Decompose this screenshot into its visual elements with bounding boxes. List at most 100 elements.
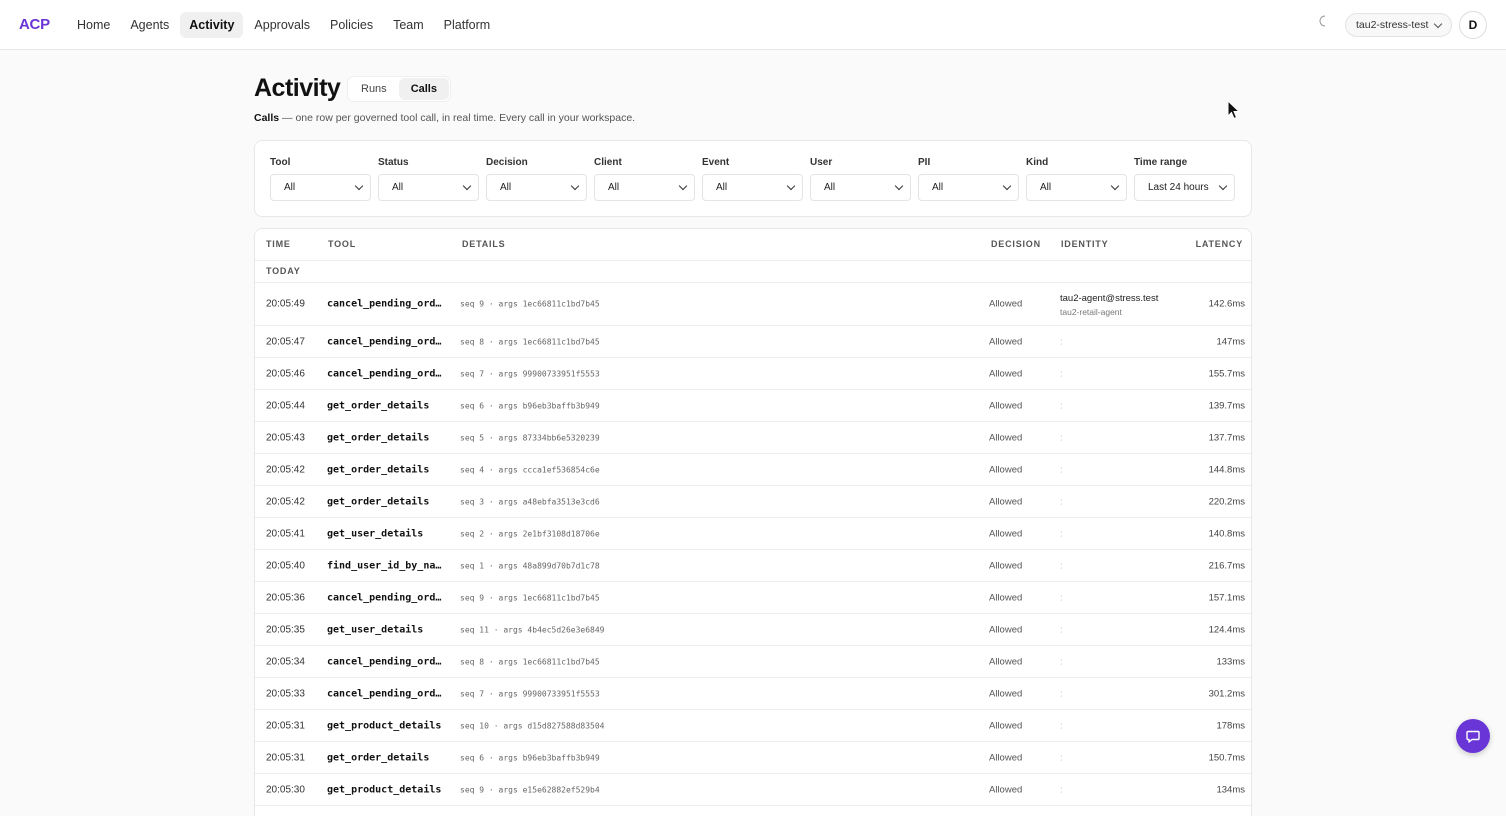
nav-item-activity[interactable]: Activity [180,12,244,38]
row-latency: 139.7ms [1208,400,1245,411]
row-tool: get_product_details [327,784,442,795]
workspace-switcher[interactable]: tau2-stress-test [1345,13,1453,37]
nav-item-team[interactable]: Team [384,12,433,38]
row-details: seq 6 · args b96eb3baffb3b949 [460,753,600,762]
row-time: 20:05:42 [266,464,305,475]
event-select[interactable]: All [702,174,803,201]
chat-icon [1466,730,1480,743]
row-latency: 134ms [1216,784,1245,795]
logo[interactable]: ACP [19,16,50,33]
filter-tool: Tool All [270,157,371,201]
table-row[interactable]: 20:05:30 get_product_details seq 9 · arg… [255,773,1251,805]
row-time: 20:05:42 [266,496,305,507]
nav-item-policies[interactable]: Policies [321,12,382,38]
select-value: All [824,182,836,193]
column-header-latency[interactable]: LATENCY [1196,239,1243,249]
table-row[interactable] [255,805,1251,816]
tab-calls[interactable]: Calls [398,78,449,100]
column-header-details[interactable]: DETAILS [462,239,505,249]
row-tool: cancel_pending_ord… [327,368,442,379]
chevron-down-icon [1002,181,1012,191]
table-row[interactable]: 20:05:49 cancel_pending_ord… seq 9 · arg… [255,282,1251,325]
column-header-identity[interactable]: IDENTITY [1061,239,1108,249]
filter-label: Event [702,157,730,168]
table-row[interactable]: 20:05:31 get_product_details seq 10 · ar… [255,709,1251,741]
row-latency: 124.4ms [1208,624,1245,635]
row-identity: : [1060,400,1063,411]
nav-item-approvals[interactable]: Approvals [245,12,319,38]
row-time: 20:05:30 [266,784,305,795]
row-identity: : [1060,368,1063,379]
tool-select[interactable]: All [270,174,371,201]
select-value: All [284,182,296,193]
decision-select[interactable]: All [486,174,587,201]
table-row[interactable]: 20:05:44 get_order_details seq 6 · args … [255,389,1251,421]
subtitle-bold: Calls [254,112,280,124]
table-row[interactable]: 20:05:42 get_order_details seq 4 · args … [255,453,1251,485]
nav-item-agents[interactable]: Agents [121,12,178,38]
row-details: seq 7 · args 99900733951f5553 [460,689,600,698]
mouse-cursor-icon [1227,99,1241,120]
row-time: 20:05:41 [266,528,305,539]
row-tool: cancel_pending_ord… [327,688,442,699]
row-latency: 216.7ms [1208,560,1245,571]
row-tool: cancel_pending_ord… [327,336,442,347]
chevron-down-icon [1110,181,1120,191]
chat-button[interactable] [1456,719,1490,753]
status-select[interactable]: All [378,174,479,201]
row-details: seq 10 · args d15d827588d83504 [460,721,605,730]
row-identity: : [1060,752,1063,763]
filter-decision: Decision All [486,157,587,201]
row-decision: Allowed [989,624,1023,635]
table-row[interactable]: 20:05:31 get_order_details seq 6 · args … [255,741,1251,773]
select-value: All [500,182,512,193]
client-select[interactable]: All [594,174,695,201]
row-latency: 133ms [1216,656,1245,667]
avatar[interactable]: D [1459,11,1487,39]
filter-panel: Tool All Status All Decision All Client … [254,140,1252,217]
row-time: 20:05:46 [266,368,305,379]
nav-item-home[interactable]: Home [68,12,119,38]
pii-select[interactable]: All [918,174,1019,201]
table-row[interactable]: 20:05:36 cancel_pending_ord… seq 9 · arg… [255,581,1251,613]
row-details: seq 8 · args 1ec66811c1bd7b45 [460,337,600,346]
column-header-decision[interactable]: DECISION [991,239,1041,249]
table-row[interactable]: 20:05:42 get_order_details seq 3 · args … [255,485,1251,517]
table-row[interactable]: 20:05:41 get_user_details seq 2 · args 2… [255,517,1251,549]
filter-kind: Kind All [1026,157,1127,201]
row-decision: Allowed [989,432,1023,443]
filter-label: PII [918,157,931,168]
row-tool: find_user_id_by_na… [327,560,442,571]
table-row[interactable]: 20:05:47 cancel_pending_ord… seq 8 · arg… [255,325,1251,357]
page-subtitle: Calls — one row per governed tool call, … [254,112,635,124]
table-row[interactable]: 20:05:40 find_user_id_by_na… seq 1 · arg… [255,549,1251,581]
table-row[interactable]: 20:05:35 get_user_details seq 11 · args … [255,613,1251,645]
row-time: 20:05:43 [266,432,305,443]
chevron-down-icon [462,181,472,191]
table-row[interactable]: 20:05:43 get_order_details seq 5 · args … [255,421,1251,453]
view-toggle: Runs Calls [347,76,451,102]
row-decision: Allowed [989,496,1023,507]
nav-item-platform[interactable]: Platform [435,12,500,38]
column-header-time[interactable]: TIME [266,239,291,249]
row-time: 20:05:49 [266,298,305,310]
moon-icon[interactable] [1318,15,1332,33]
table-row[interactable]: 20:05:34 cancel_pending_ord… seq 8 · arg… [255,645,1251,677]
kind-select[interactable]: All [1026,174,1127,201]
table-row[interactable]: 20:05:46 cancel_pending_ord… seq 7 · arg… [255,357,1251,389]
row-latency: 301.2ms [1208,688,1245,699]
select-value: Last 24 hours [1148,182,1209,193]
time-range-select[interactable]: Last 24 hours [1134,174,1235,201]
subtitle-text: — one row per governed tool call, in rea… [279,112,636,124]
tab-runs[interactable]: Runs [349,78,399,100]
table-row[interactable]: 20:05:33 cancel_pending_ord… seq 7 · arg… [255,677,1251,709]
row-latency: 220.2ms [1208,496,1245,507]
row-decision: Allowed [989,592,1023,603]
row-decision: Allowed [989,752,1023,763]
row-time: 20:05:31 [266,720,305,731]
column-header-tool[interactable]: TOOL [328,239,356,249]
row-decision: Allowed [989,298,1023,310]
filter-label: User [810,157,833,168]
user-select[interactable]: All [810,174,911,201]
row-identity: : [1060,496,1063,507]
